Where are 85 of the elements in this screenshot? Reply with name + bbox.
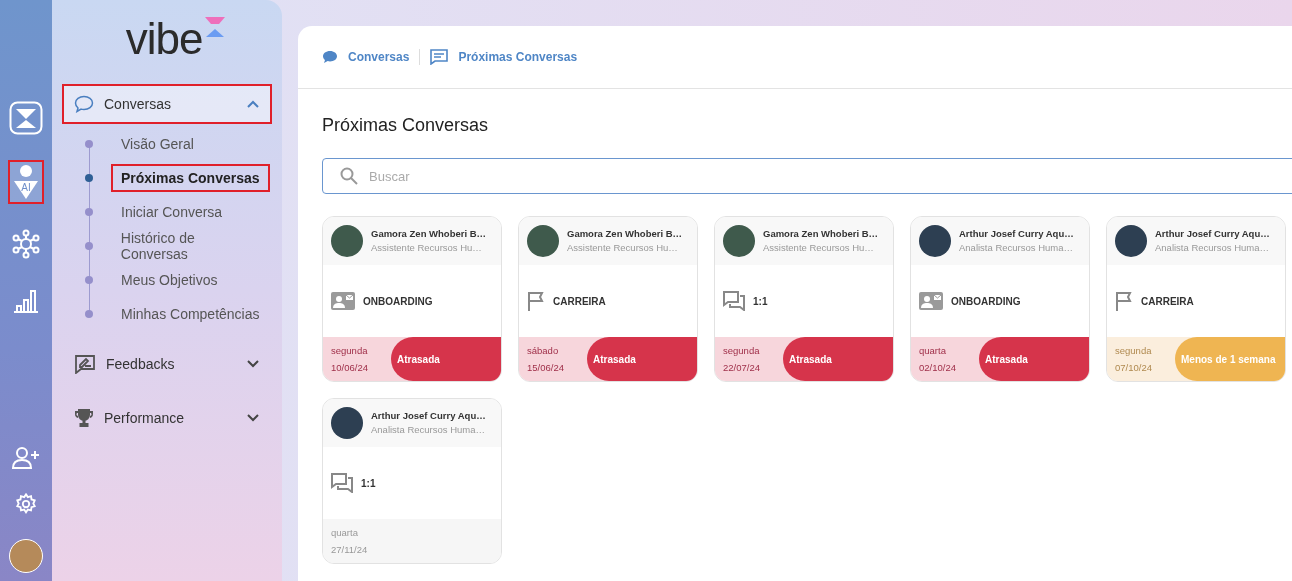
weekday: quarta [331, 527, 359, 538]
avatar-placeholder [331, 407, 363, 439]
conversation-card[interactable]: Arthur Josef Curry Aqu… Analista Recursos Huma… 1:1 quarta 27/11/24 [322, 398, 502, 564]
network-icon[interactable] [11, 229, 41, 259]
contact-card-icon [331, 292, 355, 310]
search-icon [340, 167, 358, 185]
menu-group[interactable]: Feedbacks [62, 344, 272, 384]
chevron-icon[interactable] [246, 99, 260, 109]
conversation-type: ONBOARDING [363, 295, 433, 307]
conversation-type: CARREIRA [553, 295, 606, 307]
chevron-icon[interactable] [246, 359, 260, 369]
status-badge: Menos de 1 semana [1175, 337, 1285, 381]
person-name: Gamora Zen Whoberi B… [763, 228, 879, 240]
weekday: segunda [723, 345, 761, 356]
person-name: Gamora Zen Whoberi B… [567, 228, 683, 240]
menu-group[interactable]: Conversas [62, 84, 272, 124]
avatar-placeholder [919, 225, 951, 257]
trophy-icon [74, 408, 94, 428]
person-role: Analista Recursos Huma… [1155, 242, 1270, 254]
bar-chart-icon[interactable] [13, 289, 39, 313]
conversation-type: 1:1 [753, 295, 768, 307]
chevron-icon[interactable] [246, 413, 260, 423]
ai-label: AI [21, 183, 31, 193]
avatar-placeholder [527, 225, 559, 257]
hourglass-logo-icon[interactable] [9, 101, 43, 135]
speech-bubble-icon [322, 50, 338, 64]
chat-icon [74, 95, 94, 113]
avatar-placeholder [331, 225, 363, 257]
conversation-type: ONBOARDING [951, 295, 1021, 307]
submenu-item[interactable]: Iniciar Conversa [111, 198, 233, 226]
date: 02/10/24 [919, 362, 957, 373]
contact-card-icon [919, 292, 943, 310]
conversation-card[interactable]: Gamora Zen Whoberi B… Assistente Recursos Hu… CARREIRA sábado 15/06/24 Atrasada [518, 216, 698, 382]
avatar-placeholder [723, 225, 755, 257]
person-role: Assistente Recursos Hu… [371, 242, 483, 254]
avatar-placeholder[interactable] [9, 539, 43, 573]
weekday: segunda [331, 345, 369, 356]
person-name: Arthur Josef Curry Aqu… [959, 228, 1074, 240]
chat-bubbles-icon [723, 291, 745, 311]
status-badge: Atrasada [587, 337, 697, 381]
conversation-type: CARREIRA [1141, 295, 1194, 307]
submenu-item[interactable]: Meus Objetivos [111, 266, 228, 294]
conversation-type: 1:1 [361, 477, 376, 489]
page-title: Próximas Conversas [322, 115, 490, 136]
date: 22/07/24 [723, 362, 761, 373]
status-badge: Atrasada [979, 337, 1089, 381]
settings-icon[interactable] [15, 493, 37, 515]
person-name: Gamora Zen Whoberi B… [371, 228, 487, 240]
breadcrumb-link[interactable]: Conversas [348, 50, 410, 64]
date: 10/06/24 [331, 362, 369, 373]
feedback-icon [74, 354, 96, 374]
flag-icon [527, 291, 545, 311]
logo-mark-icon [204, 16, 227, 38]
date: 27/11/24 [331, 544, 369, 555]
submenu-item[interactable]: Minhas Competências [111, 300, 270, 328]
submenu-item[interactable]: Próximas Conversas [111, 164, 270, 192]
date: 07/10/24 [1115, 362, 1153, 373]
conversation-card[interactable]: Arthur Josef Curry Aqu… Analista Recursos Huma… CARREIRA segunda 07/10/24 Menos de 1 semana [1106, 216, 1286, 382]
conversation-card[interactable]: Gamora Zen Whoberi B… Assistente Recursos Hu… 1:1 segunda 22/07/24 Atrasada [714, 216, 894, 382]
breadcrumb-link[interactable]: Próximas Conversas [458, 50, 578, 64]
add-user-icon[interactable] [12, 447, 40, 469]
menu-group[interactable]: Performance [62, 398, 272, 438]
conversation-card[interactable]: Arthur Josef Curry Aqu… Analista Recursos Huma… ONBOARDING quarta 02/10/24 Atrasada [910, 216, 1090, 382]
date: 15/06/24 [527, 362, 565, 373]
weekday: segunda [1115, 345, 1153, 356]
person-icon[interactable] [13, 165, 39, 199]
person-role: Analista Recursos Huma… [371, 424, 486, 436]
chat-bubbles-icon [331, 473, 353, 493]
submenu-item[interactable]: Histórico de Conversas [110, 224, 272, 268]
submenu-item[interactable]: Visão Geral [111, 130, 204, 158]
person-role: Assistente Recursos Hu… [763, 242, 875, 254]
flag-icon [1115, 291, 1133, 311]
conversation-card[interactable]: Gamora Zen Whoberi B… Assistente Recursos Hu… ONBOARDING segunda 10/06/24 Atrasada [322, 216, 502, 382]
message-icon [430, 49, 449, 65]
person-name: Arthur Josef Curry Aqu… [1155, 228, 1270, 240]
status-badge: Atrasada [783, 337, 893, 381]
weekday: sábado [527, 345, 560, 356]
status-badge: Atrasada [391, 337, 501, 381]
weekday: quarta [919, 345, 947, 356]
logo-text: vibe [125, 16, 203, 62]
person-role: Assistente Recursos Hu… [567, 242, 679, 254]
person-role: Analista Recursos Huma… [959, 242, 1074, 254]
avatar-placeholder [1115, 225, 1147, 257]
search-field[interactable]: Buscar [322, 158, 1292, 194]
person-name: Arthur Josef Curry Aqu… [371, 410, 486, 422]
